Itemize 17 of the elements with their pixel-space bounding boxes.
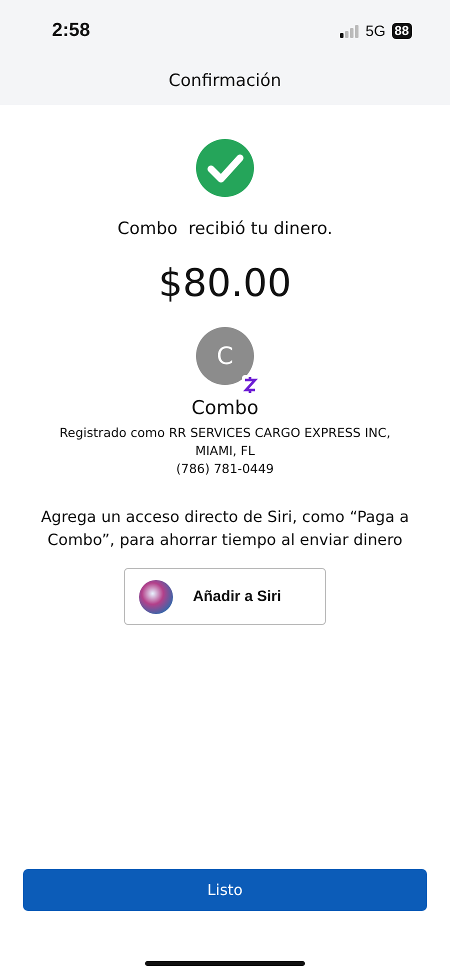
- signal-icon: [340, 24, 360, 38]
- siri-description: Agrega un acceso directo de Siri, como “Paga a Combo”, para ahorrar tiempo al enviar dinero: [40, 507, 410, 551]
- siri-icon: [138, 580, 173, 614]
- add-to-siri-button[interactable]: Añadir a Siri: [124, 568, 326, 625]
- checkmark-icon: [196, 139, 254, 197]
- done-button[interactable]: Listo: [23, 869, 427, 911]
- amount: $80.00: [158, 261, 292, 305]
- recipient-phone: (786) 781-0449: [176, 461, 274, 476]
- recipient-location: MIAMI, FL: [195, 443, 255, 458]
- status-time: 2:58: [52, 20, 90, 42]
- screen-title: Confirmación: [168, 70, 282, 90]
- battery-level: 88: [392, 23, 412, 39]
- recipient-name: Combo: [191, 397, 259, 419]
- network-label: 5G: [366, 22, 386, 40]
- confirmation-message: Combo recibió tu dinero.: [117, 219, 332, 239]
- avatar: C: [196, 327, 254, 385]
- registered-name: Registrado como RR SERVICES CARGO EXPRESS INC,: [60, 425, 390, 440]
